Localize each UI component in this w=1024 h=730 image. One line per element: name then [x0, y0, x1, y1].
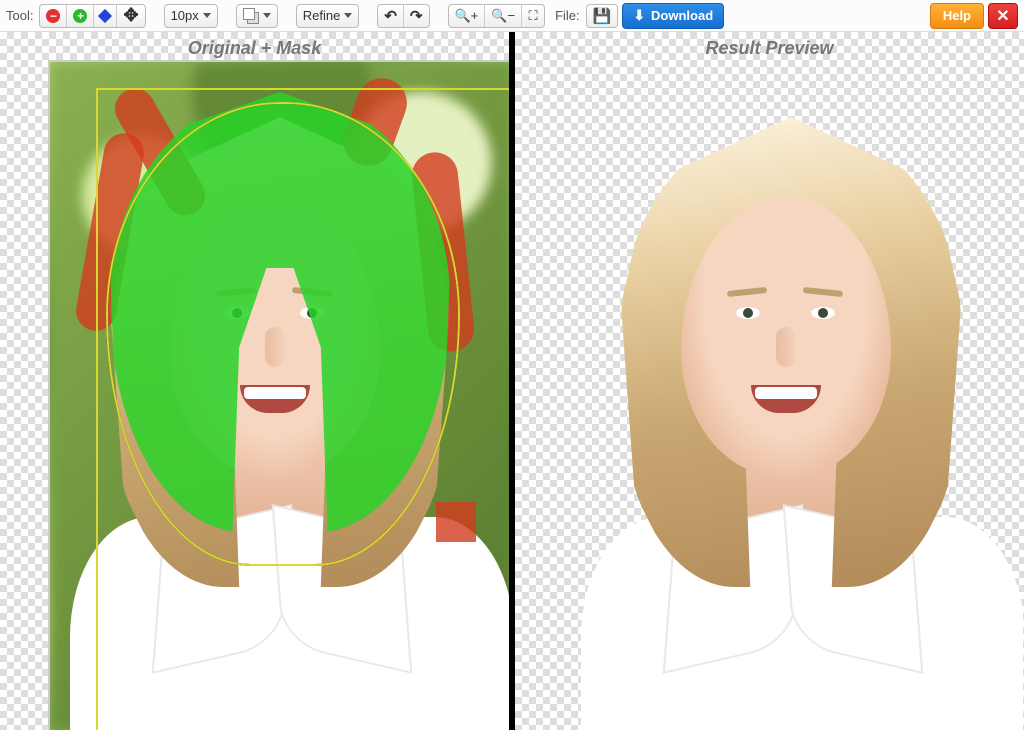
- fit-screen-icon: ⛶: [529, 8, 538, 24]
- result-image-canvas[interactable]: [515, 62, 1023, 730]
- undo-icon: ↶: [384, 7, 397, 25]
- caret-down-icon: [203, 13, 211, 18]
- mark-tool-group: − + ✥: [39, 4, 145, 28]
- workspace: Original + Mask: [0, 32, 1024, 730]
- zoom-in-icon: 🔍+: [455, 8, 479, 24]
- minus-circle-icon: −: [46, 9, 60, 23]
- zoom-out-button[interactable]: 🔍−: [485, 5, 522, 27]
- zoom-group: 🔍+ 🔍− ⛶: [448, 4, 546, 28]
- colors-dropdown[interactable]: [236, 4, 278, 28]
- move-icon: ✥: [123, 5, 138, 26]
- fgbg-swatch-icon: [243, 8, 259, 24]
- file-label: File:: [555, 8, 580, 23]
- toolbar: Tool: − + ✥ 10px Refine ↶ ↷ 🔍+ 🔍− ⛶ File…: [0, 0, 1024, 32]
- caret-down-icon: [344, 13, 352, 18]
- original-image-canvas[interactable]: [50, 62, 509, 730]
- original-pane: Original + Mask: [0, 32, 509, 730]
- zoom-out-icon: 🔍−: [491, 8, 515, 24]
- download-arrow-icon: ⬇: [633, 7, 645, 24]
- refine-button[interactable]: Refine: [297, 5, 359, 27]
- close-icon: ✕: [996, 6, 1009, 26]
- result-pane-title: Result Preview: [515, 38, 1024, 59]
- keep-mark-button[interactable]: +: [67, 5, 94, 27]
- result-subject: [561, 97, 1023, 730]
- brush-size-value[interactable]: 10px: [165, 5, 217, 27]
- result-pane: Result Preview: [515, 32, 1024, 730]
- brush-size-dropdown[interactable]: 10px: [164, 4, 218, 28]
- history-group: ↶ ↷: [377, 4, 429, 28]
- caret-down-icon: [263, 13, 271, 18]
- fgbg-colors-button[interactable]: [237, 5, 277, 27]
- remove-mark-button[interactable]: −: [40, 5, 67, 27]
- remove-mask-stroke: [436, 502, 476, 542]
- save-button-group: 💾: [586, 4, 619, 28]
- download-button[interactable]: ⬇ Download: [622, 3, 724, 29]
- zoom-in-button[interactable]: 🔍+: [449, 5, 486, 27]
- redo-icon: ↷: [410, 7, 423, 25]
- zoom-fit-button[interactable]: ⛶: [522, 5, 544, 27]
- diamond-icon: [98, 8, 112, 22]
- hair-mark-button[interactable]: [94, 5, 117, 27]
- close-button[interactable]: ✕: [988, 3, 1018, 29]
- save-disk-icon: 💾: [593, 7, 612, 25]
- download-label: Download: [651, 8, 713, 23]
- plus-circle-icon: +: [73, 9, 87, 23]
- original-pane-title: Original + Mask: [0, 38, 509, 59]
- refine-dropdown[interactable]: Refine: [296, 4, 360, 28]
- redo-button[interactable]: ↷: [404, 5, 429, 27]
- save-button[interactable]: 💾: [587, 5, 618, 27]
- help-button[interactable]: Help: [930, 3, 984, 29]
- undo-button[interactable]: ↶: [378, 5, 404, 27]
- move-tool-button[interactable]: ✥: [117, 5, 144, 27]
- tool-label: Tool:: [6, 8, 33, 23]
